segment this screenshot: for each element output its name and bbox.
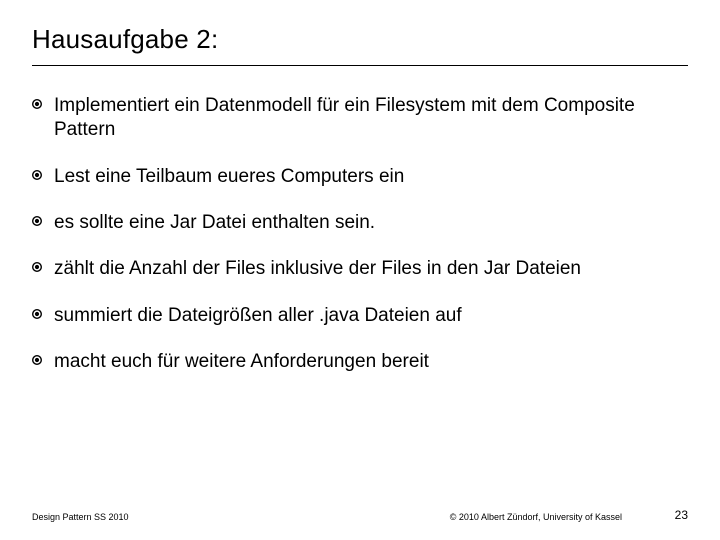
bullet-text: summiert die Dateigrößen aller .java Dat… [54, 304, 462, 328]
bullet-text: Lest eine Teilbaum eueres Computers ein [54, 165, 404, 189]
bullet-icon [32, 216, 42, 226]
slide-footer: Design Pattern SS 2010 © 2010 Albert Zün… [32, 508, 688, 522]
bullet-icon [32, 99, 42, 109]
bullet-icon [32, 355, 42, 365]
footer-copyright: © 2010 Albert Zündorf, University of Kas… [327, 512, 652, 522]
page-number: 23 [652, 508, 688, 522]
bullet-icon [32, 170, 42, 180]
footer-left: Design Pattern SS 2010 [32, 512, 327, 522]
list-item: macht euch für weitere Anforderungen ber… [32, 350, 688, 374]
list-item: Implementiert ein Datenmodell für ein Fi… [32, 94, 688, 143]
list-item: Lest eine Teilbaum eueres Computers ein [32, 165, 688, 189]
bullet-text: Implementiert ein Datenmodell für ein Fi… [54, 94, 688, 143]
title-rule [32, 65, 688, 66]
slide-content: Implementiert ein Datenmodell für ein Fi… [32, 94, 688, 508]
bullet-text: es sollte eine Jar Datei enthalten sein. [54, 211, 375, 235]
list-item: es sollte eine Jar Datei enthalten sein. [32, 211, 688, 235]
bullet-text: zählt die Anzahl der Files inklusive der… [54, 257, 581, 281]
bullet-icon [32, 262, 42, 272]
list-item: summiert die Dateigrößen aller .java Dat… [32, 304, 688, 328]
slide-title: Hausaufgabe 2: [32, 24, 688, 55]
list-item: zählt die Anzahl der Files inklusive der… [32, 257, 688, 281]
bullet-text: macht euch für weitere Anforderungen ber… [54, 350, 429, 374]
bullet-icon [32, 309, 42, 319]
